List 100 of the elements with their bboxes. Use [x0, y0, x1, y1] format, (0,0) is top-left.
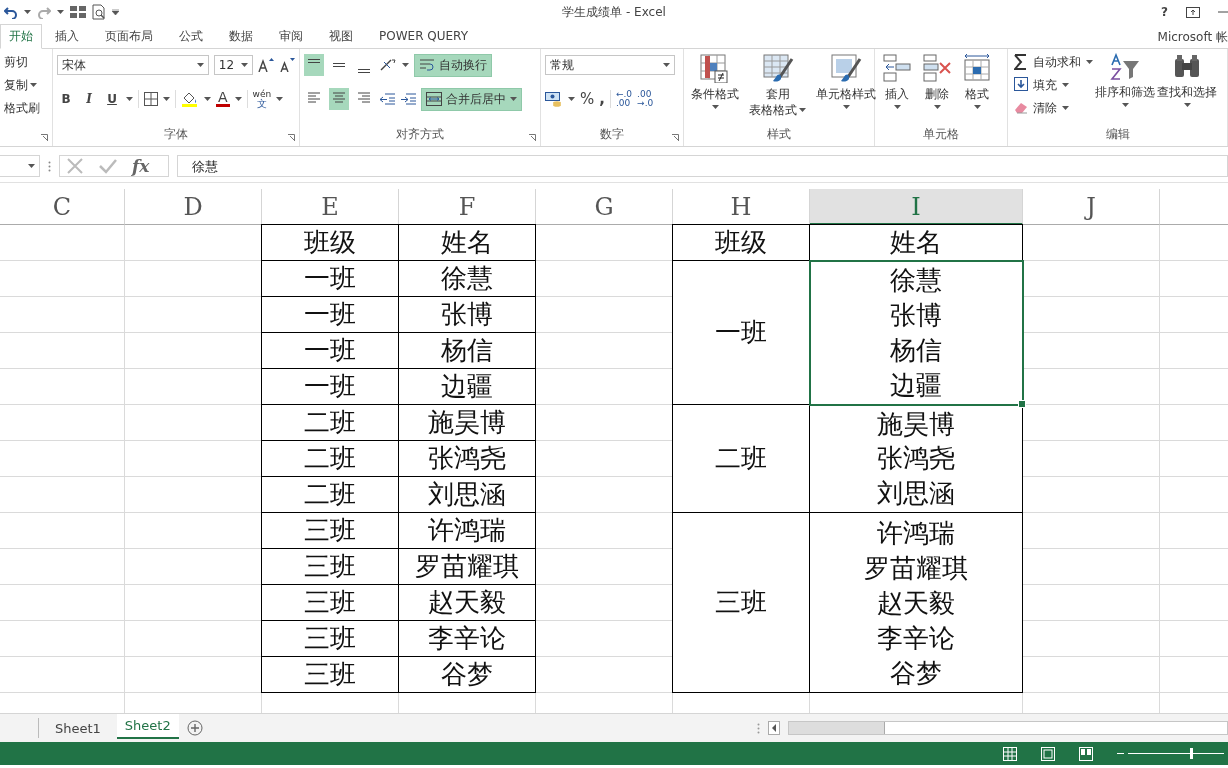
ribbon-tab[interactable]: 公式 [166, 25, 216, 48]
caret-icon[interactable] [30, 83, 37, 87]
ribbon-tab[interactable]: 数据 [216, 25, 266, 48]
dialog-launcher-icon[interactable] [41, 134, 48, 141]
cells-button[interactable]: 删除 [919, 53, 955, 109]
sheet-tab[interactable]: Sheet1 [47, 716, 109, 740]
dialog-launcher-icon[interactable] [672, 134, 679, 141]
phonetic-guide-button[interactable]: wén 文 [252, 90, 272, 108]
caret-icon[interactable] [163, 97, 170, 101]
normal-view-icon[interactable] [1003, 746, 1017, 761]
caret-icon[interactable] [893, 105, 901, 109]
column-header[interactable]: G [536, 189, 673, 225]
borders-icon[interactable] [144, 92, 158, 106]
orientation-icon[interactable] [379, 58, 397, 72]
comma-button[interactable]: , [599, 90, 605, 108]
align-top-button[interactable] [304, 54, 324, 76]
editing-button[interactable]: 填充 [1014, 76, 1093, 94]
caret-icon[interactable] [1183, 103, 1191, 107]
formula-field[interactable]: 徐慧 [177, 155, 1228, 177]
print-preview-icon[interactable] [92, 4, 106, 20]
grid-icon[interactable] [70, 6, 86, 18]
caret-icon[interactable] [973, 105, 981, 109]
ribbon-display-icon[interactable] [1186, 6, 1200, 18]
column-header[interactable]: J [1023, 189, 1160, 225]
caret-icon[interactable] [402, 63, 409, 67]
increase-indent-icon[interactable] [400, 92, 416, 106]
italic-button[interactable]: I [80, 92, 98, 106]
caret-icon[interactable] [126, 97, 133, 101]
editing-button[interactable]: 自动求和 [1014, 53, 1093, 71]
add-sheet-icon[interactable] [186, 720, 203, 736]
caret-icon[interactable] [842, 105, 850, 109]
caret-icon[interactable] [1086, 60, 1093, 64]
horizontal-scrollbar[interactable] [788, 721, 1228, 735]
editing-button[interactable]: 清除 [1014, 99, 1093, 117]
clipboard-button[interactable]: 剪切 [4, 53, 48, 71]
page-break-icon[interactable] [1079, 746, 1093, 761]
caret-icon[interactable] [241, 63, 248, 67]
grow-font-icon[interactable] [258, 58, 274, 72]
font-name-field[interactable]: 宋体 [57, 55, 209, 75]
slider-thumb[interactable] [1190, 748, 1194, 759]
caret-icon[interactable] [1062, 106, 1069, 110]
style-button[interactable]: 单元格样式 [813, 53, 879, 109]
ribbon-tab[interactable]: 插入 [42, 25, 92, 48]
caret-icon[interactable] [24, 10, 31, 14]
ribbon-tab[interactable]: 页面布局 [92, 25, 166, 48]
dialog-launcher-icon[interactable] [288, 134, 295, 141]
percent-button[interactable]: % [580, 90, 595, 108]
decrease-indent-icon[interactable] [379, 92, 395, 106]
customize-caret-icon[interactable] [112, 9, 119, 15]
caret-icon[interactable] [711, 105, 719, 109]
caret-icon[interactable] [234, 97, 242, 101]
decimal-button[interactable]: .00 →.0 [637, 90, 654, 108]
ribbon-tab[interactable]: 视图 [316, 25, 366, 48]
merge-center-button[interactable]: 合并后居中 [421, 87, 522, 111]
caret-icon[interactable] [799, 108, 806, 112]
bold-button[interactable]: B [57, 92, 75, 106]
cells-button[interactable]: 插入 [879, 53, 915, 109]
caret-icon[interactable] [568, 97, 575, 101]
caret-icon[interactable] [276, 97, 284, 101]
help-button[interactable]: ? [1161, 5, 1168, 19]
wrap-text-button[interactable]: 自动换行 [414, 53, 492, 77]
ribbon-tab[interactable]: 审阅 [266, 25, 316, 48]
fill-handle[interactable] [1018, 400, 1026, 408]
caret-icon[interactable] [933, 105, 941, 109]
account-name[interactable]: Microsoft 帐 [1157, 26, 1228, 48]
page-layout-icon[interactable] [1041, 746, 1055, 761]
caret-icon[interactable] [1062, 83, 1069, 87]
caret-icon[interactable] [196, 63, 204, 67]
caret-icon[interactable] [28, 164, 35, 168]
insert-function-button[interactable]: fx [132, 156, 150, 176]
caret-icon[interactable] [204, 97, 211, 101]
currency-icon[interactable] [545, 91, 563, 107]
caret-icon[interactable] [510, 97, 517, 101]
clipboard-button[interactable]: 格式刷 [4, 99, 48, 117]
dialog-launcher-icon[interactable] [529, 134, 536, 141]
sheet-tab[interactable]: Sheet2 [116, 713, 179, 739]
zoom-out-icon[interactable] [1117, 752, 1124, 755]
caret-icon[interactable] [1121, 103, 1129, 107]
font-color-button[interactable]: A [216, 91, 230, 107]
column-header[interactable]: I [810, 189, 1023, 225]
column-header[interactable]: C [0, 189, 125, 225]
fill-color-icon[interactable] [181, 91, 199, 107]
editing-button[interactable]: 查找和选择 [1157, 53, 1217, 117]
shrink-font-icon[interactable] [279, 58, 295, 72]
style-button[interactable]: 条件格式 [688, 53, 742, 109]
ribbon-tab[interactable]: 开始 [0, 24, 42, 49]
ribbon-tab[interactable]: POWER QUERY [366, 25, 481, 48]
undo-icon[interactable] [4, 5, 18, 19]
scroll-left-icon[interactable] [768, 721, 780, 735]
clipboard-button[interactable]: 复制 [4, 76, 48, 94]
editing-button[interactable]: 排序和筛选 [1095, 53, 1155, 117]
number-format-field[interactable]: 常规 [545, 55, 675, 75]
font-size-field[interactable]: 12 [213, 55, 253, 75]
cells-button[interactable]: 格式 [959, 53, 995, 109]
style-button[interactable]: 套用 表格格式 [746, 53, 809, 118]
caret-icon[interactable] [57, 10, 64, 14]
decimal-button[interactable]: ←.0 .00 [615, 90, 633, 108]
column-header[interactable]: D [125, 189, 262, 225]
underline-button[interactable]: U [103, 92, 121, 106]
caret-icon[interactable] [663, 63, 670, 67]
